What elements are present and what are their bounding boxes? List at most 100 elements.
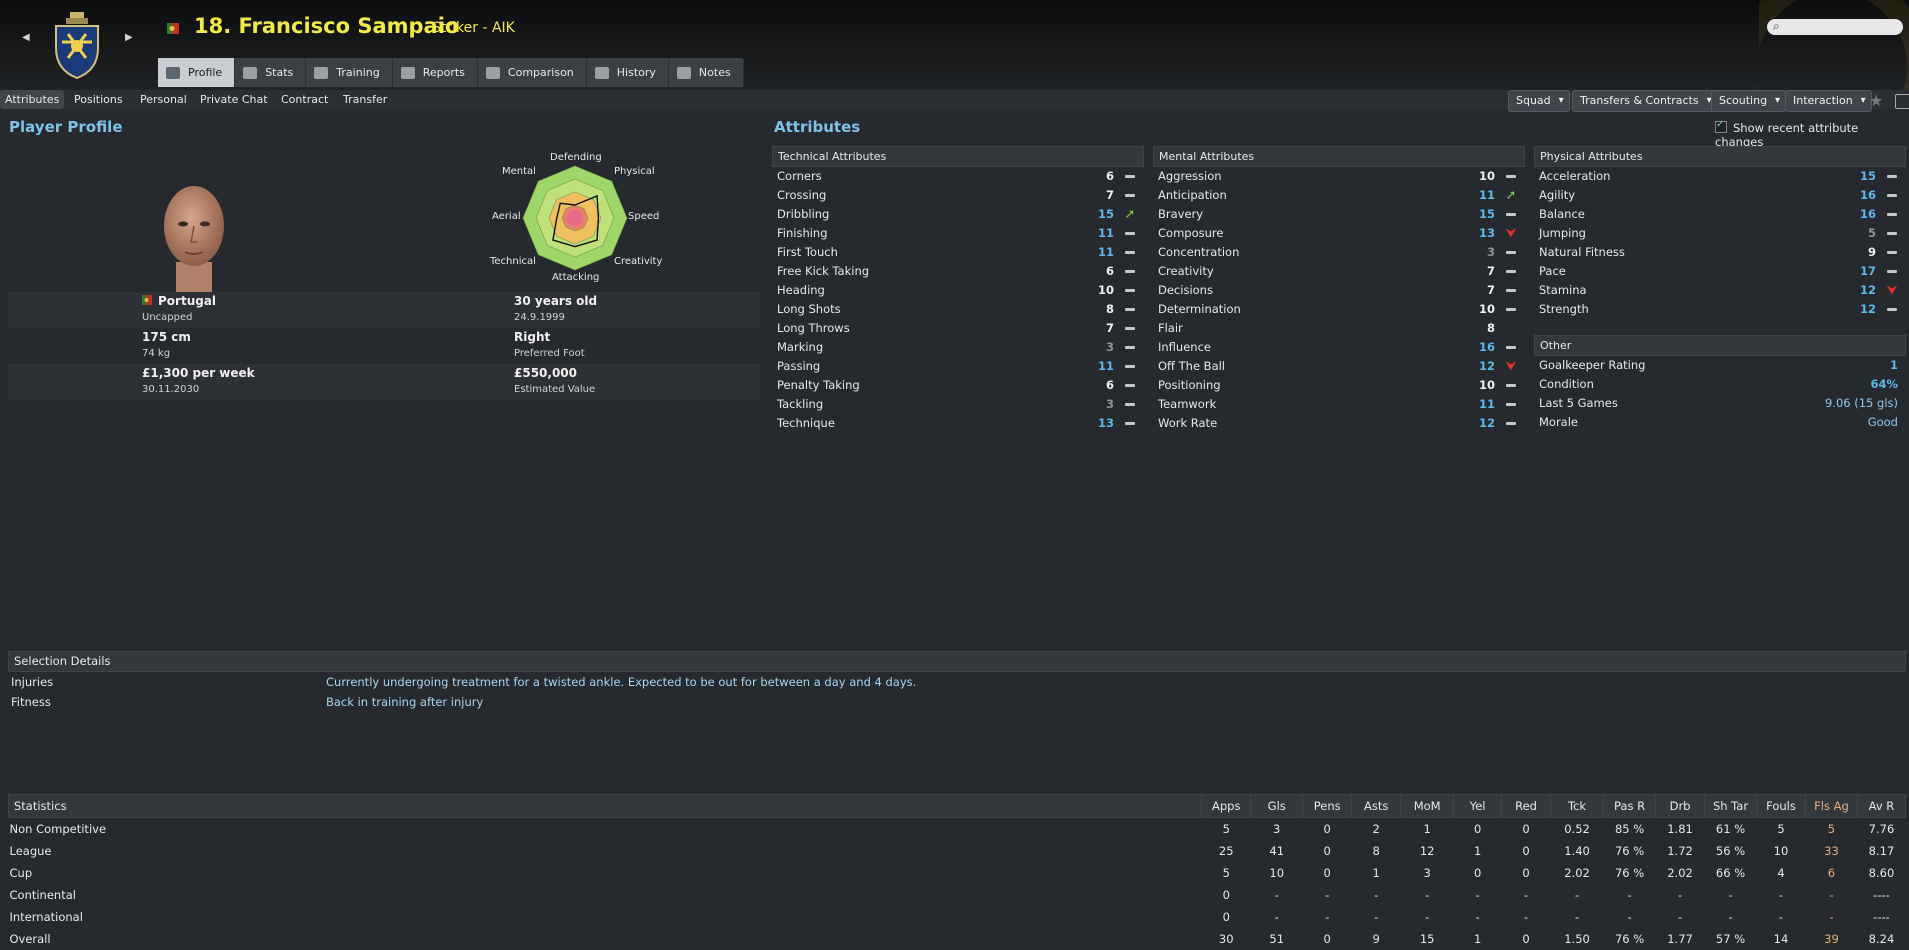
no-change-icon	[1886, 243, 1898, 262]
attribute-value: 13	[1097, 416, 1114, 430]
attribute-row-last-5-games: Last 5 Games 9.06 (15 gls)	[1534, 394, 1906, 413]
transfers-contracts-dropdown[interactable]: Transfers & Contracts	[1572, 90, 1718, 112]
attribute-row-corners: Corners 6	[772, 167, 1144, 186]
attribute-value: 11	[1097, 359, 1114, 373]
column-header-mom[interactable]: MoM	[1400, 794, 1455, 818]
stat-cell: 76 %	[1614, 844, 1645, 858]
tab-profile[interactable]: Profile	[158, 58, 236, 87]
column-header-asts[interactable]: Asts	[1351, 794, 1402, 818]
column-header-drb[interactable]: Drb	[1655, 794, 1706, 818]
no-change-icon	[1124, 224, 1136, 243]
radar-label-attacking: Attacking	[552, 272, 600, 283]
favourite-star-icon[interactable]: ★	[1869, 91, 1883, 110]
attribute-row-tackling: Tackling 3	[772, 395, 1144, 414]
attribute-value: 10	[1478, 302, 1495, 316]
attribute-value: 7	[1105, 321, 1114, 335]
stat-cell: 3	[1423, 866, 1431, 880]
attribute-name: Pace	[1539, 264, 1566, 278]
subnav-private-chat[interactable]: Private Chat	[200, 90, 268, 109]
tab-training[interactable]: Training	[306, 58, 393, 87]
stat-cell: 12	[1419, 844, 1435, 858]
column-header-fouls[interactable]: Fouls	[1756, 794, 1806, 818]
column-header-fls-ag[interactable]: Fls Ag	[1804, 794, 1858, 818]
scouting-dropdown[interactable]: Scouting	[1711, 90, 1787, 112]
subnav-personal[interactable]: Personal	[140, 90, 187, 109]
attributes-title: Attributes	[774, 118, 861, 136]
attribute-row-goalkeeper-rating: Goalkeeper Rating 1	[1534, 356, 1906, 375]
search-input[interactable]: ⌕	[1767, 19, 1903, 35]
stat-cell: 0	[1522, 932, 1530, 946]
tab-stats[interactable]: Stats	[235, 58, 307, 87]
column-header-pas-r[interactable]: Pas R	[1603, 794, 1657, 818]
no-change-icon	[1886, 186, 1898, 205]
column-header-gls[interactable]: Gls	[1250, 794, 1304, 818]
attribute-value: 11	[1478, 188, 1495, 202]
attribute-row-creativity: Creativity 7	[1153, 262, 1525, 281]
attribute-value: 11	[1478, 397, 1495, 411]
stat-cell: -	[1274, 910, 1279, 924]
tab-history[interactable]: History	[587, 58, 669, 87]
column-header-apps[interactable]: Apps	[1201, 794, 1252, 818]
attribute-row-decisions: Decisions 7	[1153, 281, 1525, 300]
row-label-international: International	[9, 910, 83, 924]
squad-dropdown[interactable]: Squad	[1508, 90, 1570, 112]
attribute-name: Condition	[1539, 377, 1594, 391]
notes-icon[interactable]	[1895, 94, 1909, 109]
attribute-name: Determination	[1158, 302, 1241, 316]
attribute-row-natural-fitness: Natural Fitness 9	[1534, 243, 1906, 262]
stat-cell: 61 %	[1715, 822, 1746, 836]
attribute-row-first-touch: First Touch 11	[772, 243, 1144, 262]
statistics-title: Statistics	[7, 794, 1203, 818]
stat-cell: 2	[1372, 822, 1380, 836]
column-header-tck[interactable]: Tck	[1550, 794, 1605, 818]
show-changes-checkbox[interactable]: Show recent attribute changes	[1715, 119, 1909, 149]
attribute-row-heading: Heading 10	[772, 281, 1144, 300]
row-label-cup: Cup	[9, 866, 33, 880]
no-change-icon	[1505, 338, 1517, 357]
date-of-birth: 24.9.1999	[514, 312, 565, 323]
tab-label: History	[616, 66, 656, 79]
no-change-icon	[1505, 205, 1517, 224]
player-info-grid: Portugal Uncapped 30 years old 24.9.1999…	[8, 292, 760, 400]
stat-cell: 0	[1222, 888, 1230, 902]
stat-cell: -	[1728, 888, 1733, 902]
column-header-red[interactable]: Red	[1501, 794, 1552, 818]
subnav-transfer[interactable]: Transfer	[343, 90, 387, 109]
stat-cell: 5	[1827, 822, 1836, 836]
column-header-av-r[interactable]: Av R	[1856, 794, 1907, 818]
profile-icon	[166, 66, 180, 79]
column-header-yel[interactable]: Yel	[1453, 794, 1503, 818]
tab-comparison[interactable]: Comparison	[478, 58, 587, 87]
attribute-row-free-kick-taking: Free Kick Taking 6	[772, 262, 1144, 281]
subnav-attributes[interactable]: Attributes	[0, 90, 65, 109]
checkbox-icon[interactable]	[1715, 119, 1727, 133]
attribute-up-arrow-icon: ➚	[1124, 207, 1136, 222]
attribute-name: Passing	[777, 359, 821, 373]
tab-reports[interactable]: Reports	[393, 58, 478, 87]
no-change-icon	[1505, 414, 1517, 433]
previous-player-arrow-icon[interactable]: ◀	[22, 32, 30, 43]
interaction-dropdown[interactable]: Interaction	[1785, 90, 1872, 112]
stat-cell: 1.40	[1564, 844, 1590, 858]
attribute-row-pace: Pace 17	[1534, 262, 1906, 281]
attribute-name: Heading	[777, 283, 825, 297]
selection-details-header: Selection Details	[8, 651, 1906, 672]
attribute-name: Technique	[777, 416, 835, 430]
subnav-positions[interactable]: Positions	[74, 90, 123, 109]
attribute-value: 12	[1859, 283, 1876, 297]
subnav-contract[interactable]: Contract	[281, 90, 328, 109]
column-header-sh-tar[interactable]: Sh Tar	[1704, 794, 1758, 818]
attribute-name: Penalty Taking	[777, 378, 860, 392]
stat-cell: 0.52	[1564, 822, 1590, 836]
attribute-name: Last 5 Games	[1539, 396, 1618, 410]
table-row: Continental 0- - - - - - - - - - - - ----	[9, 884, 1906, 906]
attribute-value: 15	[1097, 207, 1114, 221]
tab-notes[interactable]: Notes	[669, 58, 744, 87]
stat-cell: 5	[1777, 822, 1785, 836]
stat-cell: 76 %	[1614, 866, 1645, 880]
attribute-row-positioning: Positioning 10	[1153, 376, 1525, 395]
column-header-pens[interactable]: Pens	[1302, 794, 1353, 818]
estimated-value: £550,000	[514, 366, 578, 380]
stat-cell: 0	[1323, 866, 1331, 880]
next-player-arrow-icon[interactable]: ▶	[125, 32, 133, 43]
